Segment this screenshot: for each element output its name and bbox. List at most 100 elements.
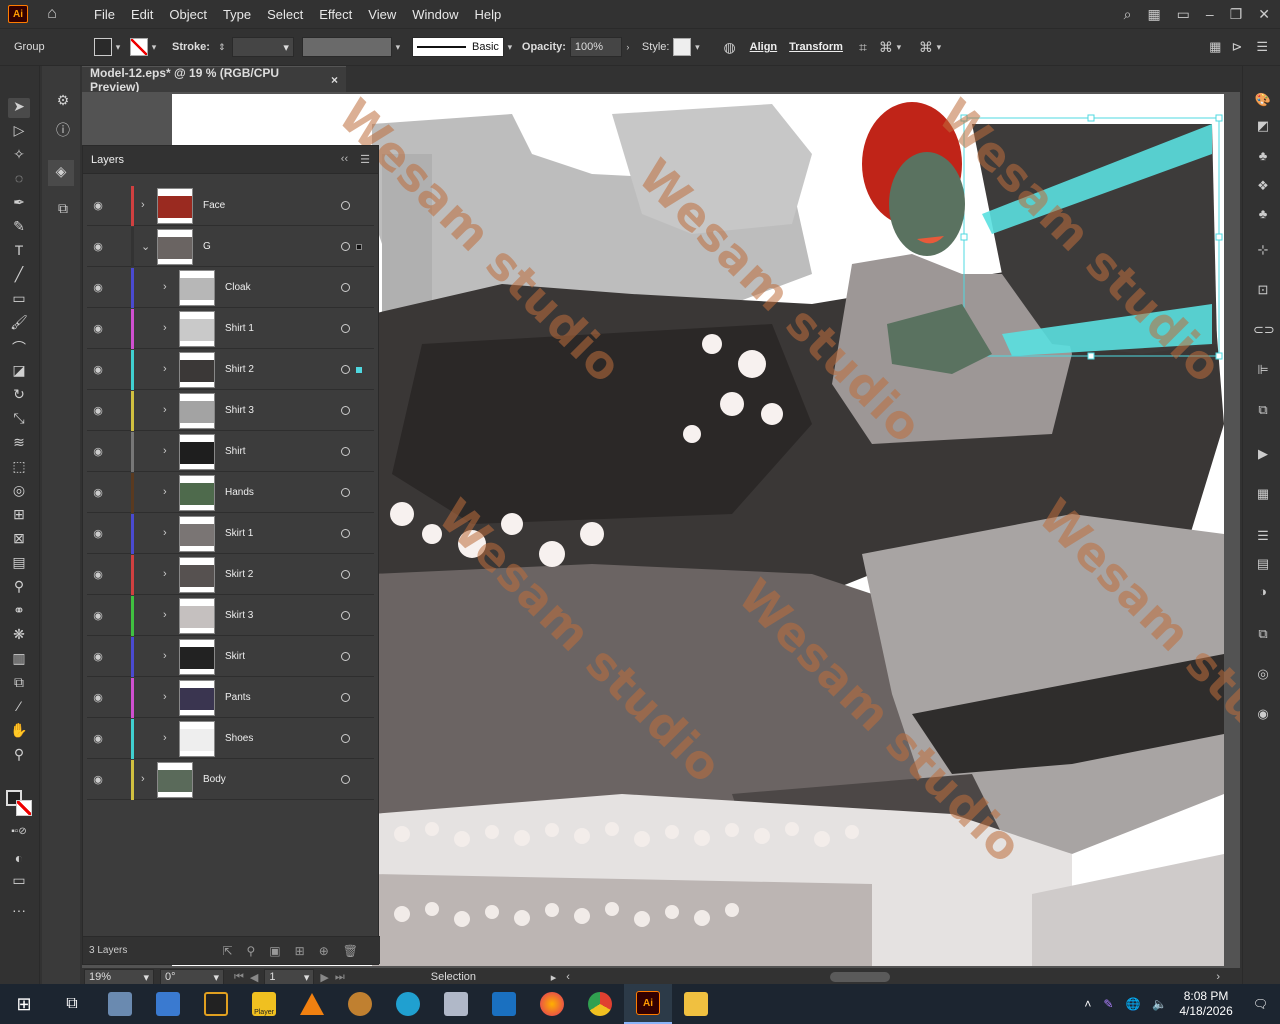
chevron-down-icon[interactable]: ▾ (112, 42, 124, 53)
next-artboard-icon[interactable]: ▶ (320, 971, 328, 984)
target-icon[interactable] (341, 652, 350, 661)
studio-app-icon[interactable] (192, 984, 240, 1024)
artboard-tool-icon[interactable]: ⧉ (8, 674, 30, 694)
chevron-down-icon[interactable]: ▾ (691, 42, 703, 53)
network-app-icon[interactable] (384, 984, 432, 1024)
remote-app-icon[interactable] (480, 984, 528, 1024)
chevron-down-icon[interactable]: ▾ (504, 42, 516, 53)
visibility-eye-icon[interactable]: ◉ (89, 691, 107, 704)
blend-tool-icon[interactable]: ⚭ (8, 602, 30, 622)
transparency-icon[interactable]: ◑ (1253, 584, 1273, 604)
gradient-panel-icon[interactable]: ▤ (1253, 556, 1273, 576)
visibility-eye-icon[interactable]: ◉ (89, 568, 107, 581)
transform-panel-icon[interactable]: ⊹ (1253, 242, 1273, 262)
envelope-icon[interactable]: ⌘ (919, 39, 933, 56)
layer-row[interactable]: ◉ ⌄ G (87, 227, 374, 267)
symbols-icon[interactable]: ♣ (1253, 206, 1273, 226)
stroke-stepper-icon[interactable]: ⇕ (216, 42, 228, 53)
visibility-eye-icon[interactable]: ◉ (89, 322, 107, 335)
chevron-right-icon[interactable]: › (163, 732, 167, 744)
column-graph-tool-icon[interactable]: ▥ (8, 650, 30, 670)
direct-selection-tool-icon[interactable]: ▷ (8, 122, 30, 142)
eyedropper-tool-icon[interactable]: ⚲ (8, 578, 30, 598)
chevron-down-icon[interactable]: ▾ (893, 42, 905, 53)
current-tool-label[interactable]: Selection (431, 971, 551, 983)
restore-icon[interactable]: ❐ (1230, 6, 1243, 23)
pathfinder-icon[interactable]: ⧉ (1253, 402, 1273, 422)
visibility-eye-icon[interactable]: ◉ (89, 650, 107, 663)
color-guide-icon[interactable]: ◩ (1253, 118, 1273, 138)
target-icon[interactable] (341, 693, 350, 702)
warp-icon[interactable]: ⌘ (879, 39, 893, 56)
chevron-right-icon[interactable]: › (141, 773, 145, 785)
layer-row[interactable]: ◉ › Skirt (87, 637, 374, 677)
graphic-style-swatch[interactable] (673, 38, 692, 56)
chevron-right-icon[interactable]: › (163, 691, 167, 703)
artboards-icon[interactable]: ⧉ (1253, 626, 1273, 646)
menu-type[interactable]: Type (215, 7, 259, 22)
symbol-sprayer-tool-icon[interactable]: ❋ (8, 626, 30, 646)
arrange-docs-icon[interactable]: ▦ (1209, 39, 1221, 55)
menu-edit[interactable]: Edit (123, 7, 161, 22)
menu-file[interactable]: File (86, 7, 123, 22)
chevron-right-icon[interactable]: › (163, 322, 167, 334)
actions-icon[interactable]: ▶ (1253, 446, 1273, 466)
close-window-icon[interactable]: ✕ (1258, 6, 1270, 23)
visibility-eye-icon[interactable]: ◉ (89, 240, 107, 253)
align-objects-icon[interactable]: ⊫ (1253, 362, 1273, 382)
chevron-right-icon[interactable]: › (163, 486, 167, 498)
draw-mode-icon[interactable]: ◐ (8, 850, 30, 870)
properties-icon[interactable]: ⚙ (52, 92, 74, 112)
paragraph-icon[interactable]: ☰ (1253, 528, 1273, 548)
target-icon[interactable] (341, 734, 350, 743)
clock[interactable]: 8:08 PM 4/18/2026 (1179, 989, 1232, 1019)
menu-view[interactable]: View (360, 7, 404, 22)
swatches-icon[interactable]: ♣ (1253, 148, 1273, 168)
target-icon[interactable] (341, 324, 350, 333)
volume-icon[interactable]: 🔈 (1152, 997, 1167, 1011)
document-tab[interactable]: Model-12.eps* @ 19 % (RGB/CPU Preview) × (82, 66, 346, 94)
eraser-tool-icon[interactable]: ◪ (8, 362, 30, 382)
target-icon[interactable] (341, 611, 350, 620)
align-button[interactable]: Align (750, 41, 778, 53)
layer-row[interactable]: ◉ › Shirt 1 (87, 309, 374, 349)
target-icon[interactable] (341, 365, 350, 374)
workspace-icon[interactable]: ▦ (1147, 6, 1160, 23)
menu-help[interactable]: Help (466, 7, 509, 22)
chevron-right-icon[interactable]: › (163, 609, 167, 621)
visibility-eye-icon[interactable]: ◉ (89, 199, 107, 212)
mesh-tool-icon[interactable]: ⊠ (8, 530, 30, 550)
shaper-tool-icon[interactable]: ⌒ (8, 338, 30, 358)
info-icon[interactable]: ⓘ (52, 120, 74, 140)
chevron-down-icon[interactable]: ▾ (148, 42, 160, 53)
target-icon[interactable] (341, 242, 350, 251)
language-icon[interactable]: 🌐 (1125, 997, 1140, 1011)
magic-wand-tool-icon[interactable]: ✧ (8, 146, 30, 166)
target-icon[interactable] (341, 570, 350, 579)
locate-object-icon[interactable]: ⚲ (247, 944, 256, 958)
pen-tray-icon[interactable]: ✎ (1103, 997, 1113, 1011)
layer-row[interactable]: ◉ › Body (87, 760, 374, 800)
visibility-eye-icon[interactable]: ◉ (89, 773, 107, 786)
artboard-field[interactable]: 1 ▾ (264, 969, 315, 985)
scroll-left-icon[interactable]: ‹ (566, 971, 570, 983)
menu-object[interactable]: Object (161, 7, 215, 22)
target-icon[interactable] (341, 406, 350, 415)
graphic-styles-icon[interactable]: ◉ (1253, 706, 1273, 726)
isolate-icon[interactable]: ⌗ (859, 39, 867, 56)
target-icon[interactable] (341, 447, 350, 456)
photos-app-icon[interactable] (96, 984, 144, 1024)
target-icon[interactable] (341, 283, 350, 292)
snipping-tool-icon[interactable] (144, 984, 192, 1024)
layer-row[interactable]: ◉ › Pants (87, 678, 374, 718)
chevron-down-icon[interactable]: ▾ (933, 42, 945, 53)
chevron-up-icon[interactable]: ˄ (1084, 997, 1091, 1011)
pen-tool-icon[interactable]: ✒ (8, 194, 30, 214)
chevron-right-icon[interactable]: › (163, 281, 167, 293)
last-artboard-icon[interactable]: ⏭ (335, 971, 345, 984)
layer-row[interactable]: ◉ › Cloak (87, 268, 374, 308)
prev-artboard-icon[interactable]: ◀ (250, 971, 258, 984)
minimize-icon[interactable]: – (1206, 6, 1214, 22)
color-panel-icon[interactable]: 🎨 (1253, 92, 1273, 112)
first-artboard-icon[interactable]: ⏮ (234, 971, 244, 984)
